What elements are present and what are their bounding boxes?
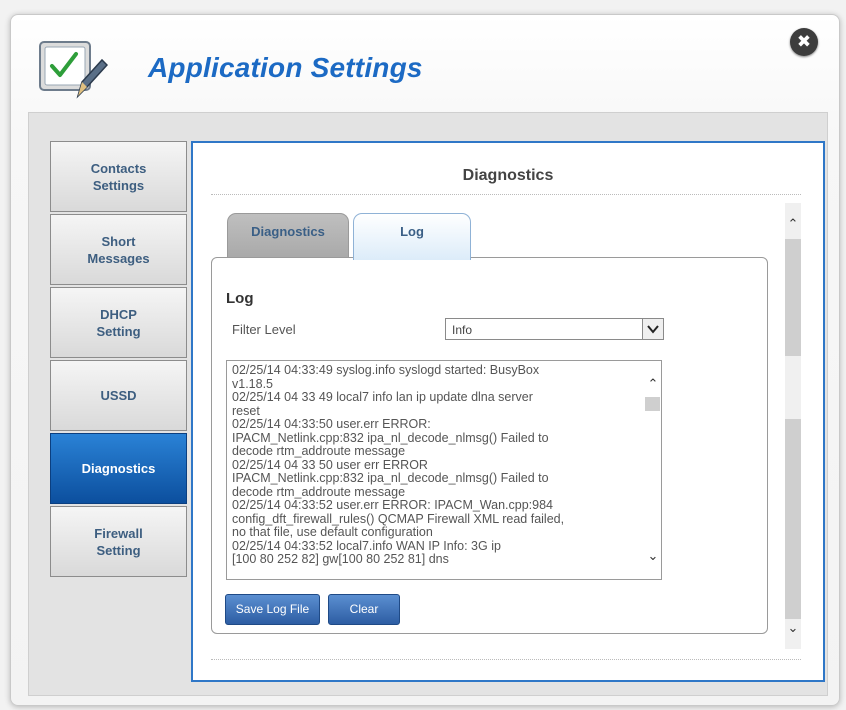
log-text: 02/25/14 04:33:49 syslog.info syslogd st… — [232, 363, 632, 567]
tab-log[interactable]: Log — [353, 213, 471, 260]
log-line: decode rtm_addroute message — [232, 484, 406, 499]
scroll-down-icon[interactable]: ⌄ — [645, 549, 661, 565]
main-panel: Diagnostics ⌃ ⌄ Diagnostics Log Log Filt… — [191, 141, 825, 682]
scroll-up-icon[interactable]: ⌃ — [645, 377, 661, 393]
scroll-up-icon[interactable]: ⌃ — [785, 217, 801, 233]
sidebar-item-label: USSD — [100, 388, 137, 403]
sidebar-item-dhcp-setting[interactable]: DHCP Setting — [50, 287, 187, 358]
sidebar-item-label: Firewall Setting — [94, 525, 143, 558]
sidebar-item-contacts-settings[interactable]: Contacts Settings — [50, 141, 187, 212]
log-line: IPACM_Netlink.cpp:832 ipa_nl_decode_nlms… — [232, 430, 549, 445]
divider — [211, 659, 801, 660]
log-line: no that file, use default configuration — [232, 525, 433, 539]
clear-button[interactable]: Clear — [328, 594, 400, 625]
log-heading: Log — [226, 290, 254, 307]
filter-level-value: Info — [452, 323, 473, 337]
log-line: decode rtm_addroute message — [232, 444, 406, 458]
sidebar-item-label: DHCP Setting — [96, 306, 141, 339]
sidebar-item-diagnostics[interactable]: Diagnostics — [50, 433, 187, 504]
log-textarea[interactable]: 02/25/14 04:33:49 syslog.info syslogd st… — [226, 360, 662, 580]
log-line: v1.18.5 — [232, 376, 274, 391]
sidebar-item-short-messages[interactable]: Short Messages — [50, 214, 187, 285]
chevron-down-icon[interactable] — [642, 319, 663, 339]
log-line: [100 80 252 82] gw[100 80 252 81] dns — [232, 552, 449, 566]
log-line: 02/25/14 04:33:49 syslog.info syslogd st… — [232, 363, 540, 377]
sidebar-item-ussd[interactable]: USSD — [50, 360, 187, 431]
filter-level-label: Filter Level — [232, 322, 296, 337]
sidebar: Contacts Settings Short Messages DHCP Se… — [50, 141, 187, 579]
filter-level-select[interactable]: Info — [445, 318, 664, 340]
log-line: 02/25/14 04:33:50 user.err ERROR: — [232, 417, 431, 431]
save-log-file-button[interactable]: Save Log File — [225, 594, 320, 625]
close-icon[interactable]: ✖ — [790, 28, 818, 56]
log-line: IPACM_Netlink.cpp:832 ipa_nl_decode_nlms… — [232, 471, 549, 485]
scrollbar-track-segment — [785, 239, 801, 356]
divider — [211, 194, 801, 195]
log-line: config_dft_firewall_rules() QCMAP Firewa… — [232, 511, 565, 526]
tab-diagnostics[interactable]: Diagnostics — [227, 213, 349, 258]
log-line: 02/25/14 04 33 50 user err ERROR — [232, 457, 428, 472]
log-line: 02/25/14 04:33:52 local7.info WAN IP Inf… — [232, 538, 501, 553]
sidebar-item-label: Diagnostics — [81, 461, 156, 476]
page-title: Diagnostics — [462, 167, 554, 184]
log-line: 02/25/14 04 33 49 local7 info lan ip upd… — [232, 390, 533, 404]
log-line: 02/25/14 04:33:52 user.err ERROR: IPACM_… — [232, 498, 554, 512]
sidebar-item-firewall-setting[interactable]: Firewall Setting — [50, 506, 187, 577]
app-title: Application Settings — [148, 52, 423, 83]
sidebar-item-label: Contacts Settings — [90, 160, 147, 193]
log-line: reset — [232, 403, 260, 418]
scroll-down-icon[interactable]: ⌄ — [785, 621, 801, 637]
checklist-pen-icon — [39, 41, 108, 99]
panel-scrollbar[interactable]: ⌃ ⌄ — [785, 203, 801, 649]
scrollbar-thumb[interactable] — [645, 397, 660, 411]
log-section: Log Filter Level Info 02/25/14 04:33:49 … — [211, 257, 768, 634]
sidebar-item-label: Short Messages — [87, 233, 150, 266]
log-scrollbar[interactable]: ⌃ ⌄ — [644, 361, 661, 579]
scrollbar-thumb[interactable] — [785, 419, 801, 619]
